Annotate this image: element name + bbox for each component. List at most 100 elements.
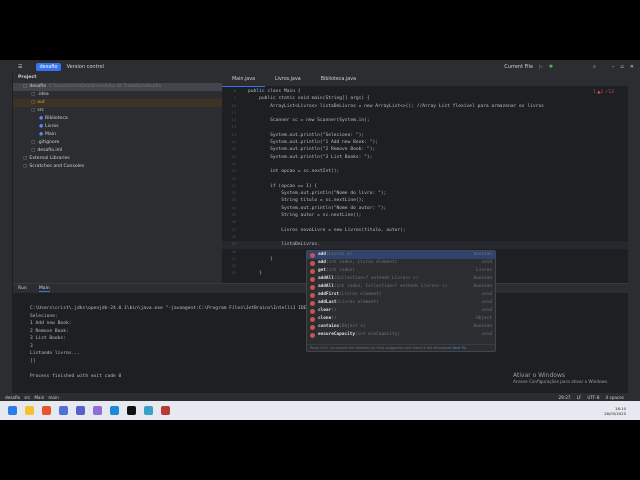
tab-livros-java[interactable]: Livros.java [265, 73, 311, 87]
completion-item[interactable]: addLast (Livros element) void [307, 299, 495, 307]
tree-item[interactable]: ● Livros [13, 123, 222, 131]
line-ending[interactable]: LF [577, 395, 582, 400]
code-line[interactable]: 18 [222, 161, 628, 168]
breadcrumb-item[interactable]: src [24, 395, 30, 400]
line-number: 19 [231, 169, 236, 174]
breadcrumb-item[interactable]: main [48, 395, 58, 400]
completion-item[interactable]: clear() void [307, 307, 495, 315]
completion-item[interactable]: clone() Object [307, 315, 495, 323]
line-number: 21 [231, 183, 236, 188]
tree-item[interactable]: ● Biblioteca [13, 115, 222, 123]
code-line[interactable]: 27 Livros novoLivro = new Livros(titulo,… [222, 227, 628, 234]
completion-name: addAll [318, 276, 334, 281]
completion-item[interactable]: addAll (Collection<? extends Livros> c) bo… [307, 275, 495, 283]
start-icon[interactable] [8, 406, 17, 415]
brave-icon[interactable] [42, 406, 51, 415]
winrar-icon[interactable] [161, 406, 170, 415]
tree-item[interactable]: ▢ .gitignore [13, 139, 222, 147]
tree-item[interactable]: ▢ src [13, 107, 222, 115]
file-explorer-icon[interactable] [25, 406, 34, 415]
completion-item[interactable]: addFirst (Livros element) void [307, 291, 495, 299]
code-line[interactable]: 15 System.out.println("1 Add new Book: "… [222, 139, 628, 146]
code-text: public static void main(String[] args) { [248, 96, 370, 102]
code-line[interactable]: 28 [222, 234, 628, 241]
app-icon[interactable] [93, 406, 102, 415]
main-menu-icon[interactable]: ☰ [18, 64, 22, 70]
code-text: Livros novoLivro = new Livros(titulo, au… [248, 227, 406, 233]
debug-icon[interactable]: ✱ [549, 64, 553, 70]
code-line[interactable]: 19 int opcao = sc.nextInt(); [222, 168, 628, 175]
search-icon[interactable]: ⌕ [593, 64, 596, 70]
completion-item[interactable]: get (int index) Livros [307, 267, 495, 275]
code-line[interactable]: 22 System.out.println("Nome do livro: ")… [222, 190, 628, 197]
caret-position[interactable]: 29:27 [558, 395, 570, 400]
watermark-title: Ativar o Windows [513, 372, 565, 379]
tree-item[interactable]: ▢ Scratches and Consoles [13, 163, 222, 171]
close-button[interactable]: ✕ [630, 64, 634, 70]
code-line[interactable]: 26 [222, 219, 628, 226]
tree-item[interactable]: ● Main [13, 131, 222, 139]
indent[interactable]: 4 spaces [606, 395, 624, 400]
maximize-button[interactable]: ▫ [620, 64, 623, 70]
completion-args: () [331, 308, 337, 313]
tree-item-label: desafio.iml [37, 148, 63, 153]
completion-name: addLast [318, 300, 337, 305]
notepad-icon[interactable] [144, 406, 153, 415]
code-line[interactable]: 17 System.out.println("3 List Books: "); [222, 154, 628, 161]
code-line[interactable]: 21 if (opcao == 1) { [222, 183, 628, 190]
tab-biblioteca-java[interactable]: Biblioteca.java [311, 73, 366, 87]
completion-name: addFirst [318, 292, 340, 297]
completion-item[interactable]: addAll (int index, Collection<? extends L… [307, 283, 495, 291]
code-line[interactable]: 7 public static void main(String[] args)… [222, 95, 628, 102]
code-line[interactable]: 24 System.out.println("Nome do autor: ")… [222, 205, 628, 212]
code-line[interactable]: 14 System.out.println("Selecione: "); [222, 132, 628, 139]
tree-item-path: C:\Users\crist\OneDrive\Área de Trabalho… [49, 84, 162, 89]
chrome-icon[interactable] [59, 406, 68, 415]
tab-main-java[interactable]: Main.java [222, 73, 266, 87]
code-line[interactable]: 16 System.out.println("2 Remove Book: ")… [222, 146, 628, 153]
code-line[interactable]: 12 Scanner sc = new Scanner(System.in); [222, 117, 628, 124]
completion-item[interactable]: ensureCapacity (int minCapacity) void [307, 331, 495, 339]
tree-item[interactable]: ▢ desafio.iml [13, 147, 222, 155]
code-text: System.out.println("Nome do autor: "); [248, 205, 387, 211]
run-icon[interactable]: ▷ [539, 64, 543, 70]
tree-item[interactable]: ▢ desafio C:\Users\crist\OneDrive\Área de … [13, 83, 222, 91]
line-number: 30 [231, 249, 236, 254]
vscode-icon[interactable] [110, 406, 119, 415]
tree-item[interactable]: ▢ out [13, 99, 222, 107]
code-text: String autor = sc.nextLine(); [248, 213, 362, 219]
next-tip-link[interactable]: Next Tip [452, 346, 466, 350]
intellij-icon[interactable] [127, 406, 136, 415]
code-line[interactable]: 23 String titulo = sc.nextLine(); [222, 197, 628, 204]
code-line[interactable]: 10 ArrayList<Livros> listaDeLivros = new… [222, 103, 628, 110]
project-header[interactable]: Project [13, 73, 222, 83]
vcs-menu[interactable]: Version control [67, 64, 104, 70]
code-line[interactable]: 13 [222, 124, 628, 131]
completion-item[interactable]: contains (Object o) boolean [307, 323, 495, 331]
run-config-selector[interactable]: Current File [504, 64, 533, 70]
encoding[interactable]: UTF-8 [587, 395, 599, 400]
run-tab[interactable]: Run [18, 286, 27, 291]
main-run-tab[interactable]: Main [38, 286, 50, 292]
breadcrumb-item[interactable]: desafio [5, 395, 20, 400]
project-selector[interactable]: desafio [36, 62, 61, 71]
completion-item[interactable]: add (int index, Livros element) void [307, 259, 495, 267]
code-line[interactable]: 11 [222, 110, 628, 117]
teams-icon[interactable] [76, 406, 85, 415]
code-line[interactable]: 29 listaDeLivros. [222, 241, 628, 249]
minimize-button[interactable]: – [612, 64, 615, 70]
completion-item[interactable]: add (Livros e) boolean [307, 251, 495, 259]
completion-type: boolean [473, 324, 492, 329]
tree-item[interactable]: ▢ External Libraries [13, 155, 222, 163]
completion-popup[interactable]: add (Livros e) boolean add (int index, Livro… [306, 250, 496, 352]
breadcrumb-item[interactable]: Main [34, 395, 44, 400]
code-line[interactable]: 20 [222, 176, 628, 183]
tree-item[interactable]: ▢ .idea [13, 91, 222, 99]
line-number: 24 [231, 205, 236, 210]
code-line[interactable]: 6 public class Main { [222, 88, 628, 95]
code-line[interactable]: 25 String autor = sc.nextLine(); [222, 212, 628, 219]
line-number: 14 [231, 132, 236, 137]
clock-date[interactable]: 28/05/2025 [604, 411, 626, 416]
console-line: [] [30, 358, 36, 364]
